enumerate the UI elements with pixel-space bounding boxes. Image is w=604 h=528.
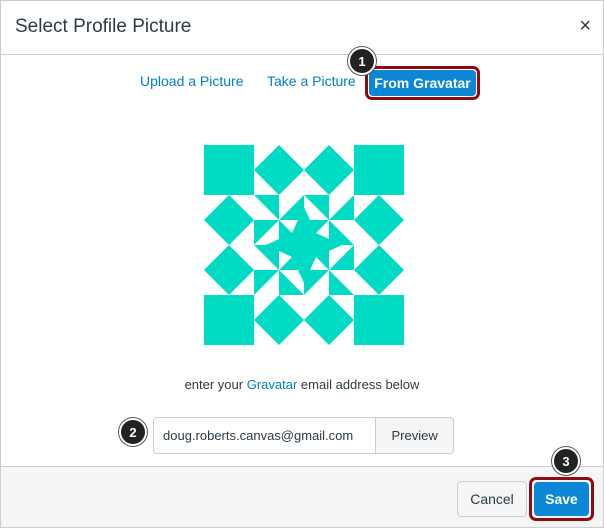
tab-from-gravatar[interactable]: From Gravatar <box>369 70 476 96</box>
identicon-corner-square <box>204 295 254 345</box>
identicon-edge-diamond <box>304 145 354 195</box>
identicon-corner-square <box>204 145 254 195</box>
identicon-center-shard <box>329 270 354 295</box>
dialog-header: Select Profile Picture × <box>1 1 603 55</box>
hint-suffix: email address below <box>297 377 420 392</box>
identicon-center-shard <box>254 270 279 295</box>
identicon-edge-diamond <box>354 195 404 245</box>
identicon-corner-square <box>354 145 404 195</box>
dialog-footer: Cancel Save <box>1 466 603 527</box>
identicon-center-shard <box>254 195 279 220</box>
gravatar-identicon-image <box>204 145 404 345</box>
save-button[interactable]: Save <box>534 482 589 516</box>
gravatar-email-input[interactable] <box>154 418 376 453</box>
identicon-edge-diamond <box>254 145 304 195</box>
gravatar-hint-text: enter your Gravatar email address below <box>1 377 603 392</box>
select-profile-picture-dialog: Select Profile Picture × Upload a Pictur… <box>0 0 604 528</box>
identicon-edge-diamond <box>304 295 354 345</box>
save-button-highlight: Save <box>529 477 594 521</box>
picture-source-tabs: Upload a Picture Take a Picture From Gra… <box>1 64 603 100</box>
hint-prefix: enter your <box>184 377 247 392</box>
step-callout-1: 1 <box>348 47 376 75</box>
step-callout-2: 2 <box>119 418 147 446</box>
preview-button[interactable]: Preview <box>375 418 453 453</box>
cancel-button[interactable]: Cancel <box>457 481 527 517</box>
identicon-edge-diamond <box>354 245 404 295</box>
identicon-center-shard <box>329 195 354 220</box>
dialog-title: Select Profile Picture <box>15 16 192 37</box>
gravatar-email-group: Preview <box>153 417 454 454</box>
step-callout-3: 3 <box>552 447 580 475</box>
close-icon[interactable]: × <box>579 15 591 37</box>
tab-take-a-picture[interactable]: Take a Picture <box>267 73 356 89</box>
identicon-edge-diamond <box>204 245 254 295</box>
tab-from-gravatar-highlight: From Gravatar <box>365 66 480 100</box>
tab-upload-a-picture[interactable]: Upload a Picture <box>140 73 244 89</box>
identicon-edge-diamond <box>254 295 304 345</box>
identicon-edge-diamond <box>204 195 254 245</box>
identicon-corner-square <box>354 295 404 345</box>
gravatar-link[interactable]: Gravatar <box>247 377 298 392</box>
